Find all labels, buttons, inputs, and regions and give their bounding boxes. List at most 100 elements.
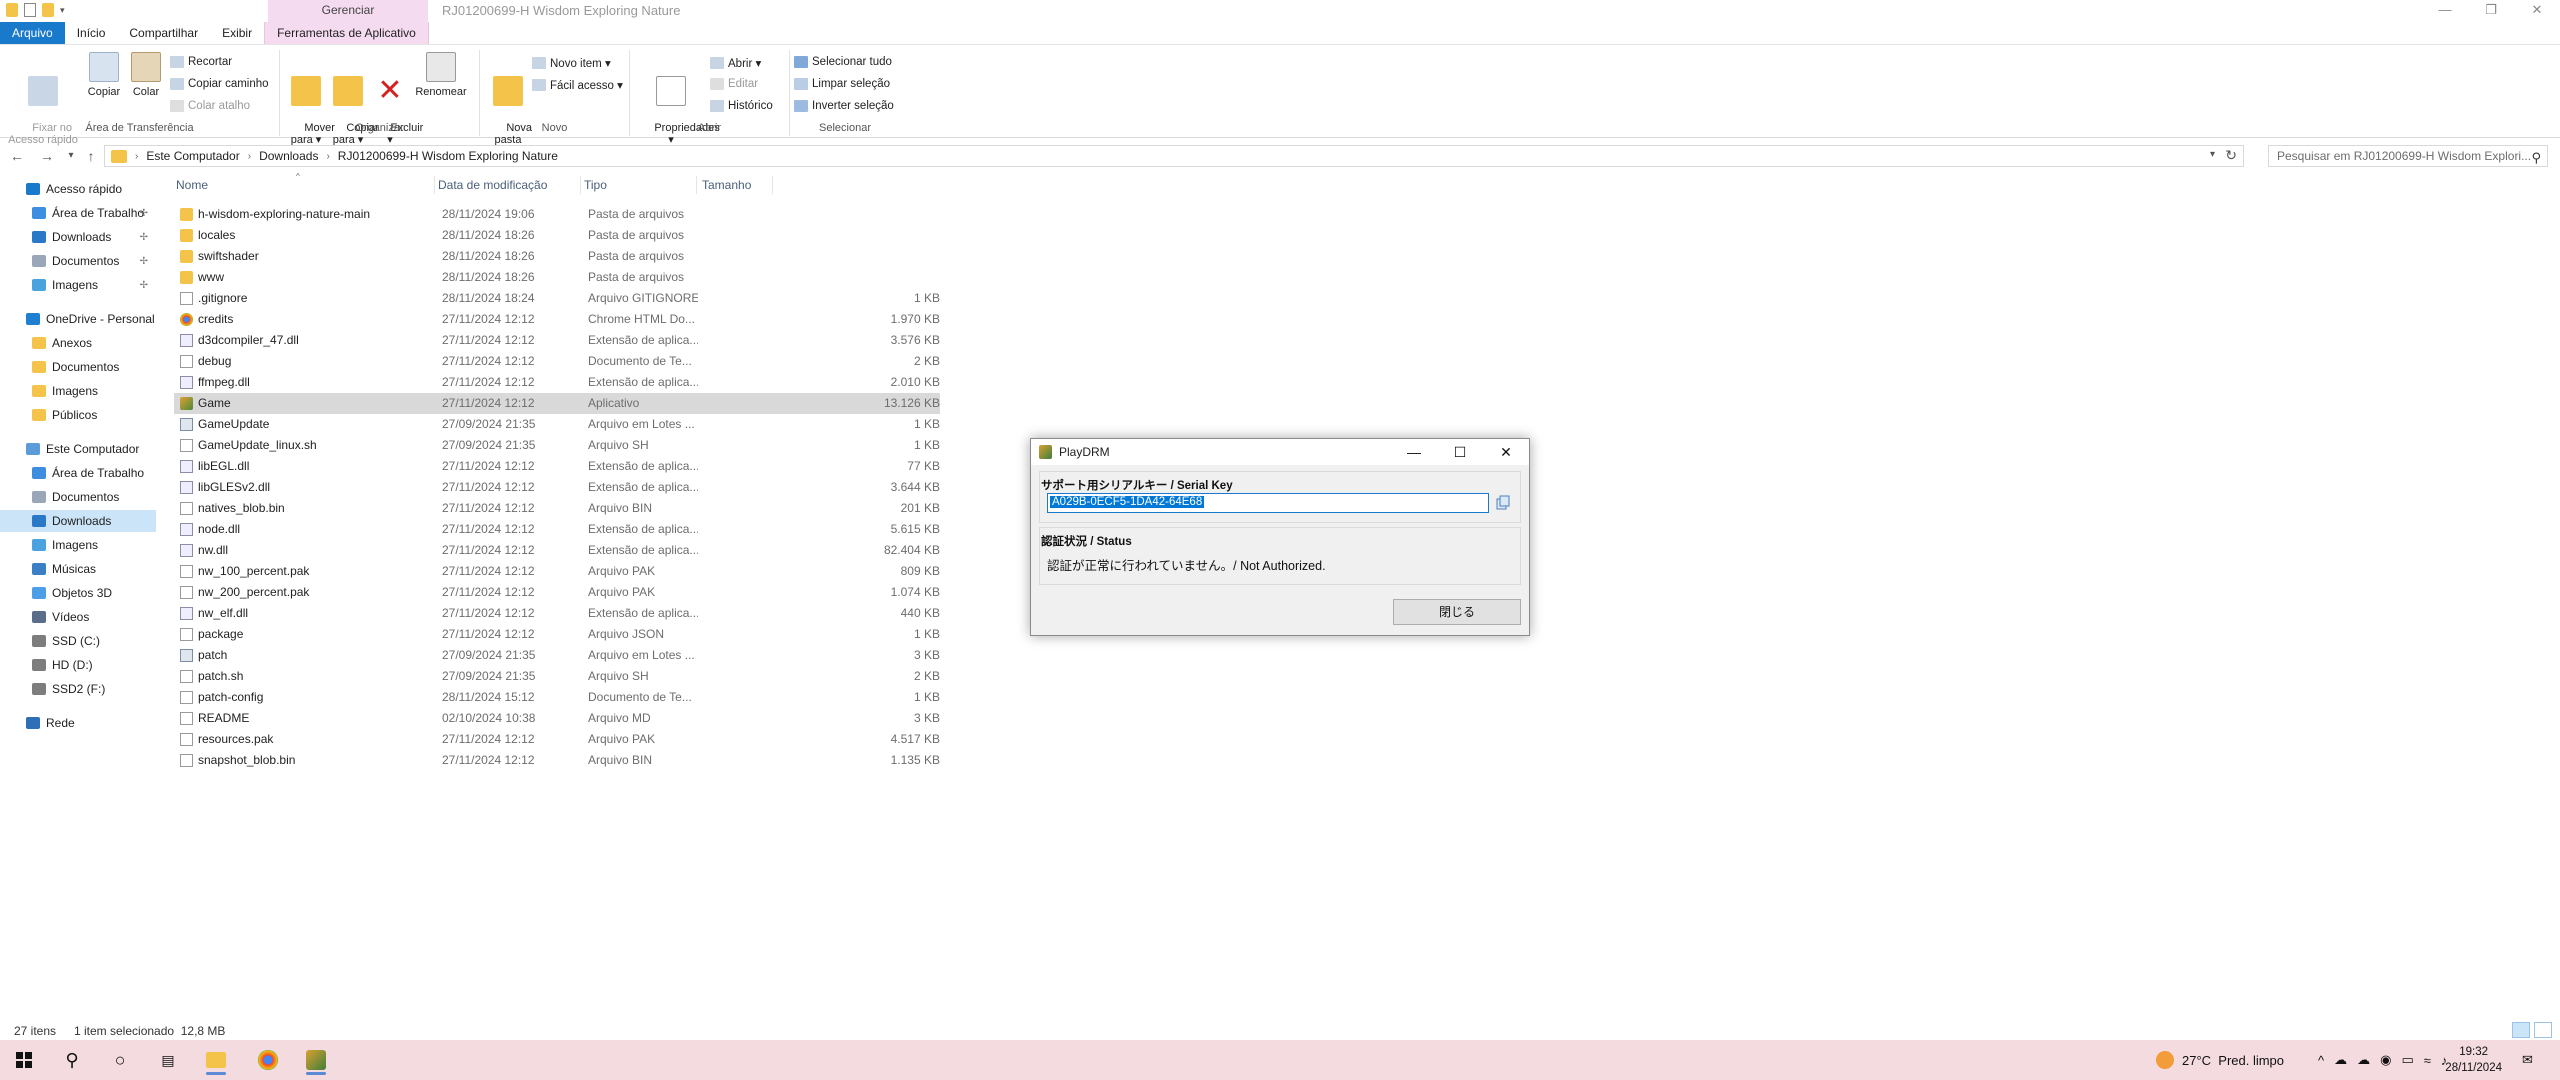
column-header-size[interactable]: Tamanho (702, 178, 751, 192)
easy-access-button[interactable]: Fácil acesso ▾ (532, 78, 623, 92)
back-button[interactable]: ← (8, 147, 26, 165)
nav-item[interactable]: Área de Trabalho (0, 462, 156, 484)
address-bar[interactable]: › Este Computador › Downloads › RJ012006… (104, 145, 2244, 167)
nav-item[interactable]: Downloads ✢ (0, 226, 156, 248)
copy-button[interactable]: Copiar (84, 52, 124, 98)
tab-inicio[interactable]: Início (65, 22, 118, 44)
tab-arquivo[interactable]: Arquivo (0, 22, 65, 44)
nav-item[interactable]: Acesso rápido (0, 178, 156, 200)
column-separator[interactable] (696, 176, 697, 194)
vpn-icon[interactable]: ◉ (2380, 1052, 2391, 1068)
nav-item[interactable]: Músicas (0, 558, 156, 580)
task-view-button[interactable]: ▤ (150, 1045, 186, 1075)
chevron-right-icon[interactable]: › (248, 151, 251, 162)
weather-widget[interactable]: 27°C Pred. limpo (2156, 1040, 2284, 1080)
nav-item[interactable]: Públicos (0, 404, 156, 426)
table-row[interactable]: natives_blob.bin 27/11/2024 12:12 Arquivo … (174, 498, 940, 519)
forward-button[interactable]: → (38, 147, 56, 165)
refresh-icon[interactable]: ↻ (2225, 147, 2237, 164)
dialog-close-icon[interactable]: ✕ (1483, 439, 1529, 465)
nav-item[interactable]: Documentos ✢ (0, 250, 156, 272)
table-row[interactable]: resources.pak 27/11/2024 12:12 Arquivo PAK… (174, 729, 940, 750)
copy-icon[interactable] (1495, 495, 1511, 511)
breadcrumb-este-computador[interactable]: Este Computador (146, 149, 239, 163)
new-item-button[interactable]: Novo item ▾ (532, 56, 611, 70)
dialog-minimize-button[interactable]: — (1391, 439, 1437, 465)
nav-item[interactable]: Rede (0, 712, 156, 734)
dialog-maximize-button[interactable]: ☐ (1437, 439, 1483, 465)
table-row[interactable]: locales 28/11/2024 18:26 Pasta de arquivos (174, 225, 940, 246)
table-row[interactable]: libGLESv2.dll 27/11/2024 12:12 Extensão de… (174, 477, 940, 498)
details-view-button[interactable] (2512, 1022, 2530, 1038)
history-button[interactable]: Histórico (710, 100, 773, 112)
table-row[interactable]: nw_100_percent.pak 27/11/2024 12:12 Arquiv… (174, 561, 940, 582)
breadcrumb-current-folder[interactable]: RJ01200699-H Wisdom Exploring Nature (338, 149, 558, 163)
nav-item[interactable]: Anexos (0, 332, 156, 354)
notifications-button[interactable]: ✉ (2522, 1040, 2533, 1080)
table-row[interactable]: patch 27/09/2024 21:35 Arquivo em Lotes ..… (174, 645, 940, 666)
maximize-button[interactable]: ❐ (2468, 0, 2514, 22)
copy-path-button[interactable]: Copiar caminho (170, 78, 269, 90)
search-button[interactable]: ⚲ (54, 1045, 90, 1075)
table-row[interactable]: Game 27/11/2024 12:12 Aplicativo 13.126 KB (174, 393, 940, 414)
table-row[interactable]: credits 27/11/2024 12:12 Chrome HTML Do...… (174, 309, 940, 330)
table-row[interactable]: ffmpeg.dll 27/11/2024 12:12 Extensão de ap… (174, 372, 940, 393)
column-separator[interactable] (580, 176, 581, 194)
close-dialog-button[interactable]: 閉じる (1393, 599, 1521, 625)
paste-shortcut-button[interactable]: Colar atalho (170, 100, 250, 112)
table-row[interactable]: nw_elf.dll 27/11/2024 12:12 Extensão de ap… (174, 603, 940, 624)
nav-item[interactable]: OneDrive - Personal (0, 308, 156, 330)
table-row[interactable]: GameUpdate_linux.sh 27/09/2024 21:35 Arqui… (174, 435, 940, 456)
nav-item[interactable]: Documentos (0, 356, 156, 378)
column-separator[interactable] (434, 176, 435, 194)
table-row[interactable]: nw_200_percent.pak 27/11/2024 12:12 Arquiv… (174, 582, 940, 603)
clock[interactable]: 19:32 28/11/2024 (2445, 1044, 2502, 1076)
properties-icon[interactable] (24, 3, 36, 17)
select-none-button[interactable]: Limpar seleção (794, 78, 890, 90)
large-icons-view-button[interactable] (2534, 1022, 2552, 1038)
tab-exibir[interactable]: Exibir (210, 22, 264, 44)
table-row[interactable]: patch.sh 27/09/2024 21:35 Arquivo SH 2 KB (174, 666, 940, 687)
chevron-right-icon[interactable]: › (326, 151, 329, 162)
table-row[interactable]: .gitignore 28/11/2024 18:24 Arquivo GITIGN… (174, 288, 940, 309)
table-row[interactable]: nw.dll 27/11/2024 12:12 Extensão de aplica… (174, 540, 940, 561)
nav-item[interactable]: Imagens (0, 534, 156, 556)
table-row[interactable]: h-wisdom-exploring-nature-main 28/11/2024… (174, 204, 940, 225)
cloud-icon[interactable]: ☁ (2357, 1052, 2370, 1068)
table-row[interactable]: www 28/11/2024 18:26 Pasta de arquivos (174, 267, 940, 288)
column-header-type[interactable]: Tipo (584, 178, 607, 192)
tab-ferramentas-aplicativo[interactable]: Ferramentas de Aplicativo (264, 22, 429, 44)
invert-selection-button[interactable]: Inverter seleção (794, 100, 894, 112)
tab-compartilhar[interactable]: Compartilhar (117, 22, 210, 44)
select-all-button[interactable]: Selecionar tudo (794, 56, 892, 68)
taskbar-playdrm[interactable] (298, 1045, 334, 1075)
chevron-up-icon[interactable]: ^ (2318, 1053, 2324, 1068)
nav-item[interactable]: Documentos (0, 486, 156, 508)
table-row[interactable]: snapshot_blob.bin 27/11/2024 12:12 Arquivo… (174, 750, 940, 771)
table-row[interactable]: debug 27/11/2024 12:12 Documento de Te... 2… (174, 351, 940, 372)
table-row[interactable]: swiftshader 28/11/2024 18:26 Pasta de arqu… (174, 246, 940, 267)
chevron-down-icon[interactable]: ▾ (2210, 149, 2215, 160)
minimize-button[interactable]: — (2422, 0, 2468, 22)
paste-button[interactable]: Colar (126, 52, 166, 98)
nav-item[interactable]: Imagens ✢ (0, 274, 156, 296)
table-row[interactable]: package 27/11/2024 12:12 Arquivo JSON 1 KB (174, 624, 940, 645)
table-row[interactable]: patch-config 28/11/2024 15:12 Documento de… (174, 687, 940, 708)
nav-item[interactable]: HD (D:) (0, 654, 156, 676)
nav-item[interactable]: Downloads (0, 510, 156, 532)
recent-locations-button[interactable]: ▾ (62, 147, 80, 165)
nav-item[interactable]: Este Computador (0, 438, 156, 460)
table-row[interactable]: libEGL.dll 27/11/2024 12:12 Extensão de ap… (174, 456, 940, 477)
cortana-button[interactable]: ○ (102, 1045, 138, 1075)
serial-key-field[interactable]: A029B-0ECF5-1DA42-64E68 (1047, 493, 1489, 513)
new-folder-icon[interactable] (42, 3, 54, 17)
nav-item[interactable]: SSD2 (F:) (0, 678, 156, 700)
cut-button[interactable]: Recortar (170, 56, 232, 68)
up-button[interactable]: ↑ (82, 147, 100, 165)
search-icon[interactable]: ⚲ (2531, 148, 2541, 168)
column-header-name[interactable]: Nome (176, 178, 208, 192)
start-button[interactable] (6, 1045, 42, 1075)
search-input[interactable]: Pesquisar em RJ01200699-H Wisdom Explori… (2268, 145, 2548, 167)
taskbar-chrome[interactable] (250, 1045, 286, 1075)
display-icon[interactable]: ▭ (2401, 1052, 2413, 1068)
